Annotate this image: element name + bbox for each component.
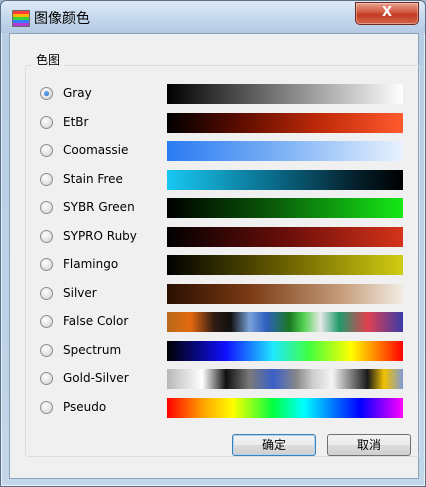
- cancel-button[interactable]: 取消: [327, 434, 411, 456]
- colormap-label: Pseudo: [63, 399, 107, 414]
- colormap-swatch: [167, 169, 403, 190]
- colormap-radio[interactable]: [40, 286, 53, 300]
- colormap-option[interactable]: SYBR Green: [10, 198, 418, 220]
- colormap-label: Coomassie: [63, 143, 129, 157]
- ok-button[interactable]: 确定: [232, 434, 316, 456]
- colormap-radio[interactable]: [40, 372, 53, 385]
- colormap-option[interactable]: Stain Free: [10, 169, 418, 192]
- colormap-swatch: [167, 198, 403, 218]
- colormap-radio[interactable]: [40, 172, 53, 186]
- colormap-option[interactable]: False Color: [10, 312, 418, 334]
- colormap-radio[interactable]: [40, 400, 53, 414]
- colormap-radio[interactable]: [40, 87, 53, 100]
- close-button[interactable]: X: [355, 2, 419, 25]
- colormap-option[interactable]: Flamingo: [10, 255, 418, 277]
- colormap-swatch: [167, 112, 403, 133]
- colormap-label: EtBr: [63, 114, 89, 129]
- window-title: 图像颜色: [34, 11, 90, 27]
- colormap-label: Gold-Silver: [63, 371, 129, 385]
- colormap-radio[interactable]: [40, 229, 53, 243]
- colormap-label: Gray: [63, 86, 92, 100]
- colormap-swatch: [167, 340, 403, 361]
- colormap-label: SYBR Green: [63, 200, 135, 214]
- colormap-group-label: 色图: [32, 51, 65, 68]
- colormap-option[interactable]: SYPRO Ruby: [10, 226, 418, 249]
- colormap-label: Spectrum: [63, 342, 122, 357]
- colormap-swatch: [167, 397, 403, 418]
- colormap-swatch: [167, 226, 403, 247]
- colormap-radio[interactable]: [40, 144, 53, 157]
- dialog-body: 色图 Gray EtBr Coomassie Stain Free SYBR Green…: [9, 33, 420, 479]
- colormap-label: Stain Free: [63, 171, 123, 186]
- colormap-radio[interactable]: [40, 315, 53, 328]
- color-palette-icon: [12, 10, 30, 27]
- colormap-swatch: [167, 84, 403, 104]
- colormap-swatch: [167, 141, 403, 161]
- colormap-swatch: [167, 369, 403, 389]
- colormap-swatch: [167, 312, 403, 332]
- colormap-radio[interactable]: [40, 258, 53, 271]
- title-bar[interactable]: 图像颜色 X: [1, 1, 425, 33]
- dialog-window: 图像颜色 X 色图 Gray EtBr Coomassie Stain Free SYB…: [0, 0, 426, 487]
- colormap-label: False Color: [63, 314, 129, 328]
- colormap-label: Silver: [63, 285, 97, 300]
- colormap-option[interactable]: EtBr: [10, 112, 418, 135]
- colormap-option[interactable]: Coomassie: [10, 141, 418, 163]
- colormap-option[interactable]: Silver: [10, 283, 418, 306]
- colormap-label: SYPRO Ruby: [63, 228, 137, 243]
- colormap-radio[interactable]: [40, 343, 53, 357]
- colormap-radio[interactable]: [40, 115, 53, 129]
- colormap-swatch: [167, 255, 403, 275]
- colormap-option[interactable]: Gold-Silver: [10, 369, 418, 391]
- colormap-option[interactable]: Gray: [10, 84, 418, 106]
- colormap-radio[interactable]: [40, 201, 53, 214]
- colormap-label: Flamingo: [63, 257, 119, 271]
- colormap-option[interactable]: Spectrum: [10, 340, 418, 363]
- colormap-option[interactable]: Pseudo: [10, 397, 418, 420]
- colormap-swatch: [167, 283, 403, 304]
